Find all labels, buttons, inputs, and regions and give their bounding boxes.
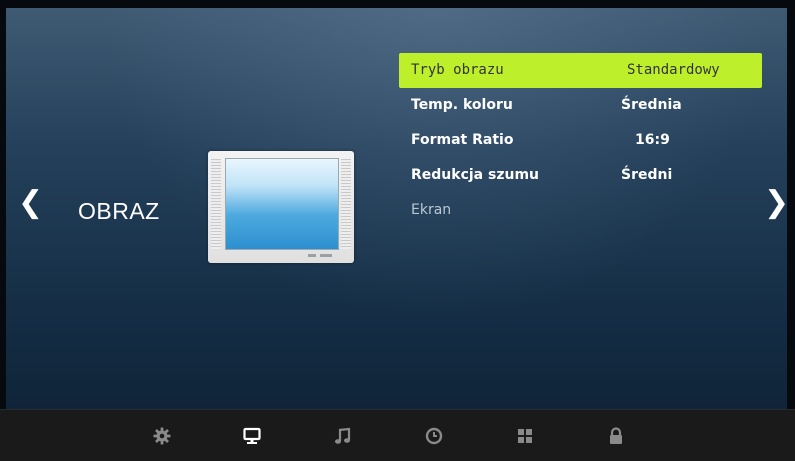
menu-item-label: Tryb obrazu bbox=[411, 62, 504, 78]
lock-icon[interactable] bbox=[607, 427, 625, 445]
tv-icon bbox=[208, 151, 354, 263]
menu-category-bar bbox=[0, 409, 795, 461]
next-section-arrow[interactable]: ❯ bbox=[764, 188, 787, 218]
tv-speaker-grille-right bbox=[341, 159, 351, 249]
previous-section-arrow[interactable]: ❮ bbox=[18, 188, 43, 218]
tv-screen-graphic bbox=[225, 158, 339, 250]
sound-music-note-icon[interactable] bbox=[334, 427, 352, 445]
time-clock-icon[interactable] bbox=[425, 427, 443, 445]
menu-item-color-temperature[interactable]: Temp. koloru Średnia bbox=[399, 88, 762, 123]
menu-item-value: Średnia bbox=[621, 97, 682, 113]
menu-item-label: Format Ratio bbox=[411, 132, 514, 148]
section-title: OBRAZ bbox=[78, 198, 160, 224]
menu-item-value: 16:9 bbox=[635, 132, 670, 148]
menu-item-value: Standardowy bbox=[627, 62, 720, 78]
picture-monitor-icon[interactable] bbox=[243, 427, 261, 445]
menu-item-label: Redukcja szumu bbox=[411, 167, 539, 183]
tv-speaker-grille-left bbox=[211, 159, 221, 249]
settings-gear-icon[interactable] bbox=[153, 427, 171, 445]
menu-item-noise-reduction[interactable]: Redukcja szumu Średni bbox=[399, 158, 762, 193]
tv-menu-screen: ❮ OBRAZ Tryb obrazu Standardowy Temp. ko… bbox=[6, 8, 787, 409]
menu-item-label: Temp. koloru bbox=[411, 97, 513, 113]
menu-item-value: Średni bbox=[621, 167, 673, 183]
tv-buttons-graphic bbox=[308, 254, 332, 257]
menu-item-picture-mode[interactable]: Tryb obrazu Standardowy bbox=[399, 53, 762, 88]
options-grid-icon[interactable] bbox=[516, 427, 534, 445]
picture-settings-menu: Tryb obrazu Standardowy Temp. koloru Śre… bbox=[399, 53, 762, 228]
menu-item-screen[interactable]: Ekran bbox=[399, 193, 762, 228]
menu-item-format-ratio[interactable]: Format Ratio 16:9 bbox=[399, 123, 762, 158]
menu-item-label: Ekran bbox=[411, 202, 452, 218]
